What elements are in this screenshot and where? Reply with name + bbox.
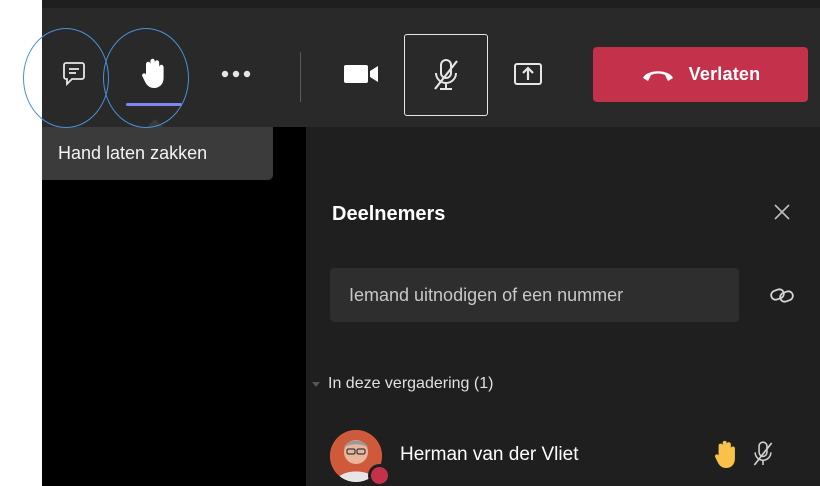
participants-panel: Deelnemers Iemand uitnodigen of een numm… — [306, 127, 820, 486]
highlight-circle-chat — [23, 28, 109, 128]
camera-button[interactable] — [338, 54, 384, 94]
meeting-section-header[interactable]: In deze vergadering (1) — [312, 375, 493, 393]
camera-icon — [344, 65, 378, 83]
leave-label: Verlaten — [688, 64, 761, 84]
link-icon — [770, 288, 794, 303]
more-options-icon — [221, 70, 251, 78]
invite-input[interactable]: Iemand uitnodigen of een nummer — [330, 268, 739, 322]
hand-raised-icon — [713, 440, 739, 475]
tooltip-text: Hand laten zakken — [58, 143, 208, 163]
chevron-down-icon — [312, 381, 320, 387]
participant-row[interactable]: Herman van der Vliet — [330, 428, 810, 486]
mute-button[interactable] — [404, 34, 488, 116]
section-label: In deze vergadering (1) — [328, 375, 494, 392]
share-screen-button[interactable] — [506, 54, 550, 94]
mic-off-icon — [434, 59, 458, 90]
leave-button[interactable]: Verlaten — [593, 47, 808, 102]
close-icon — [774, 204, 790, 220]
close-panel-button[interactable] — [771, 201, 793, 223]
toolbar-divider — [300, 52, 301, 102]
hang-up-icon — [642, 70, 673, 81]
copy-link-button[interactable] — [769, 282, 795, 308]
share-screen-icon — [514, 63, 542, 85]
highlight-circle-hand — [103, 28, 189, 128]
more-options-button[interactable] — [214, 56, 258, 92]
toolbar-top-border — [42, 0, 820, 8]
mic-off-icon — [752, 440, 774, 473]
participant-name: Herman van der Vliet — [400, 444, 579, 465]
panel-title: Deelnemers — [332, 203, 446, 225]
lower-hand-tooltip: Hand laten zakken — [42, 127, 273, 180]
status-badge — [368, 464, 391, 486]
